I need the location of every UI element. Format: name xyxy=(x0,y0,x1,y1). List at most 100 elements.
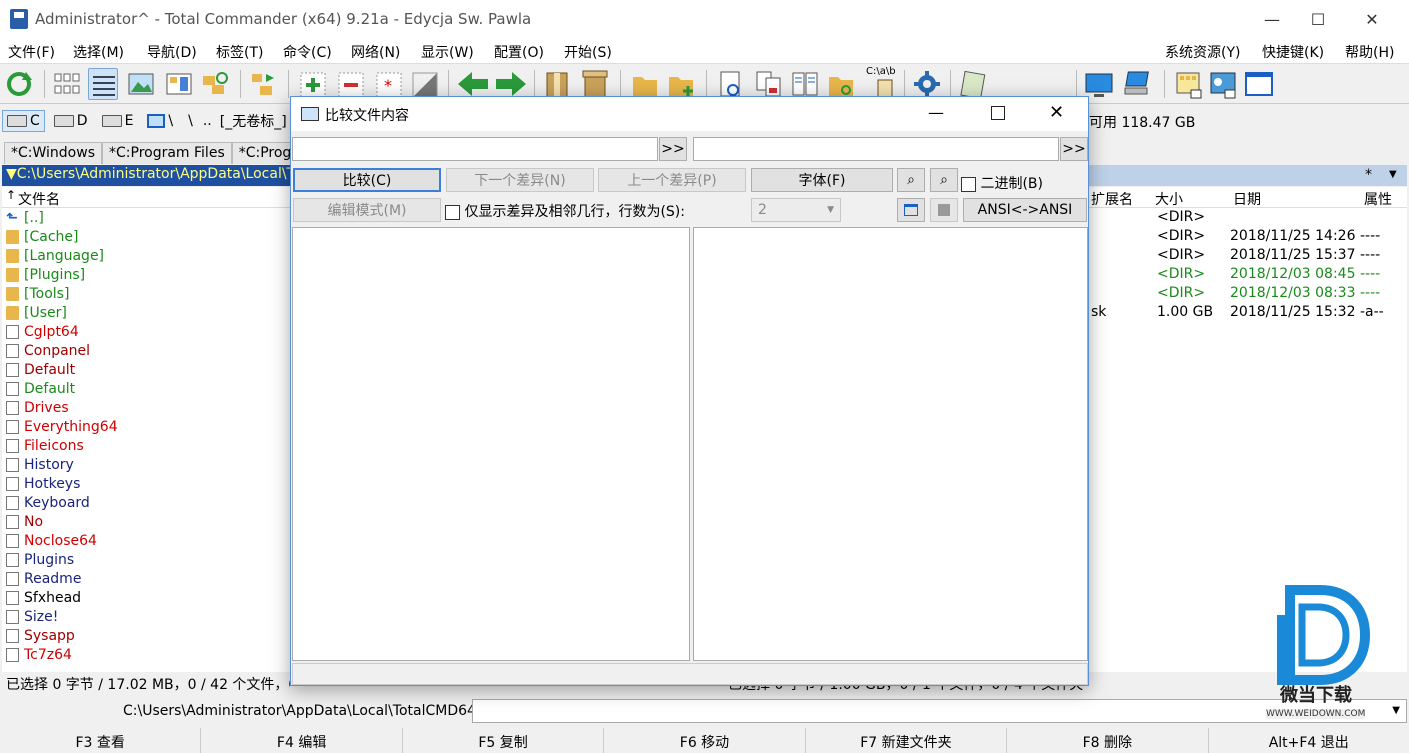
left-column-header[interactable]: ↑ 文件名 xyxy=(2,187,292,208)
tree-view-icon[interactable] xyxy=(164,68,194,100)
left-path-bar[interactable]: ▼C:\Users\Administrator\AppData\Local\To… xyxy=(2,165,292,186)
only-diff-checkbox-box[interactable] xyxy=(445,204,460,220)
file-row[interactable]: Conpanel xyxy=(2,341,292,360)
file-row[interactable]: Fileicons xyxy=(2,436,292,455)
right-compare-pane[interactable] xyxy=(693,227,1088,661)
folder-row[interactable]: [Cache] xyxy=(2,227,292,246)
left-file-input[interactable] xyxy=(292,137,658,161)
menu-system-resources[interactable]: 系统资源(Y) xyxy=(1165,42,1240,62)
table-row[interactable]: <DIR> xyxy=(1089,208,1407,227)
font-button[interactable]: 字体(F) xyxy=(751,168,893,192)
detailed-view-icon[interactable] xyxy=(88,68,118,100)
file-row[interactable]: Default xyxy=(2,360,292,379)
menu-show[interactable]: 显示(W) xyxy=(421,42,474,62)
window-icon[interactable] xyxy=(1244,68,1274,100)
menu-config[interactable]: 配置(O) xyxy=(494,42,544,62)
col-attr[interactable]: 属性 xyxy=(1364,189,1392,209)
col-ext[interactable]: 扩展名 xyxy=(1091,189,1133,209)
left-compare-pane[interactable] xyxy=(292,227,690,661)
left-file-list[interactable]: ⬑ [..] [Cache] [Language] [Plugins] [Tools]… xyxy=(2,208,292,672)
col-date[interactable]: 日期 xyxy=(1233,189,1261,209)
table-row[interactable]: <DIR> 2018/12/03 08:33 ---- xyxy=(1089,284,1407,303)
file-row[interactable]: Sysapp xyxy=(2,626,292,645)
f4-edit-button[interactable]: F4 编辑 xyxy=(201,728,403,753)
folder-row[interactable]: [Tools] xyxy=(2,284,292,303)
table-row[interactable]: sk 1.00 GB 2018/11/25 15:32 -a-- xyxy=(1089,303,1407,322)
col-name[interactable]: 文件名 xyxy=(18,189,60,209)
brief-view-icon[interactable] xyxy=(52,68,82,100)
folder-row[interactable]: [Language] xyxy=(2,246,292,265)
file-row[interactable]: Readme xyxy=(2,569,292,588)
file-row[interactable]: Plugins xyxy=(2,550,292,569)
control-panel-icon[interactable] xyxy=(1208,68,1238,100)
file-row[interactable]: Size! xyxy=(2,607,292,626)
history-dropdown-icon[interactable]: ▼ xyxy=(1389,169,1397,180)
f8-delete-button[interactable]: F8 删除 xyxy=(1007,728,1209,753)
file-row[interactable]: Sfxhead xyxy=(2,588,292,607)
chevron-down-icon[interactable]: ▼ xyxy=(1392,705,1400,716)
menu-file[interactable]: 文件(F) xyxy=(8,42,55,62)
maximize-button[interactable]: ☐ xyxy=(1295,0,1341,38)
prev-diff-button[interactable]: 上一个差异(P) xyxy=(598,168,746,192)
find-next-icon[interactable]: ⌕ xyxy=(930,168,958,192)
file-row[interactable]: No xyxy=(2,512,292,531)
window-mode-icon[interactable] xyxy=(897,198,925,222)
browse-right-button[interactable]: >> xyxy=(1060,137,1088,161)
file-row[interactable]: Noclose64 xyxy=(2,531,292,550)
col-size[interactable]: 大小 xyxy=(1155,189,1183,209)
thumbnail-view-icon[interactable] xyxy=(126,68,156,100)
up-button[interactable]: .. xyxy=(203,113,212,129)
layout-grid-icon[interactable] xyxy=(1174,68,1204,100)
menu-navigate[interactable]: 导航(D) xyxy=(147,42,197,62)
file-row[interactable]: History xyxy=(2,455,292,474)
file-row[interactable]: Drives xyxy=(2,398,292,417)
table-row[interactable]: <DIR> 2018/12/03 08:45 ---- xyxy=(1089,265,1407,284)
menu-hotkeys[interactable]: 快捷键(K) xyxy=(1262,42,1324,62)
copy-tree-icon[interactable] xyxy=(248,68,278,100)
folder-row[interactable]: [Plugins] xyxy=(2,265,292,284)
find-icon[interactable]: ⌕ xyxy=(897,168,925,192)
drive-d-button[interactable]: D xyxy=(49,110,93,132)
f7-new-folder-button[interactable]: F7 新建文件夹 xyxy=(806,728,1008,753)
root-button[interactable]: \ xyxy=(188,113,193,129)
only-diff-checkbox[interactable]: 仅显示差异及相邻几行，行数为(S): xyxy=(445,201,685,221)
tab-program-files[interactable]: *C:Program Files xyxy=(102,142,232,164)
table-row[interactable]: <DIR> 2018/11/25 15:37 ---- xyxy=(1089,246,1407,265)
binary-checkbox[interactable]: 二进制(B) xyxy=(961,173,1043,193)
tab-windows[interactable]: *C:Windows xyxy=(4,142,102,164)
file-row[interactable]: Default xyxy=(2,379,292,398)
drive-e-button[interactable]: E xyxy=(97,110,139,132)
menu-net[interactable]: 网络(N) xyxy=(351,42,400,62)
f5-copy-button[interactable]: F5 复制 xyxy=(403,728,605,753)
lines-select[interactable]: 2 ▼ xyxy=(751,198,841,222)
f6-move-button[interactable]: F6 移动 xyxy=(604,728,806,753)
file-row[interactable]: Hotkeys xyxy=(2,474,292,493)
network-drive-button[interactable]: \ xyxy=(142,110,178,132)
folder-row[interactable]: [User] xyxy=(2,303,292,322)
minimize-button[interactable]: — xyxy=(1249,0,1295,38)
next-diff-button[interactable]: 下一个差异(N) xyxy=(446,168,594,192)
edit-mode-button[interactable]: 编辑模式(M) xyxy=(293,198,441,222)
dialog-maximize-button[interactable] xyxy=(991,106,1005,120)
refresh-icon[interactable] xyxy=(4,68,34,100)
compare-button[interactable]: 比较(C) xyxy=(293,168,441,192)
file-row[interactable]: Cglpt64 xyxy=(2,322,292,341)
menu-commands[interactable]: 命令(C) xyxy=(283,42,332,62)
drive-c-button[interactable]: C xyxy=(2,110,45,132)
close-button[interactable]: ✕ xyxy=(1349,0,1395,38)
menu-select[interactable]: 选择(M) xyxy=(73,42,124,62)
sync-dirs-icon[interactable] xyxy=(200,68,230,100)
network-computer-icon[interactable] xyxy=(1122,68,1152,100)
file-row[interactable]: Everything64 xyxy=(2,417,292,436)
right-file-input[interactable] xyxy=(693,137,1059,161)
list-item-parent[interactable]: ⬑ [..] xyxy=(2,208,292,227)
browse-left-button[interactable]: >> xyxy=(659,137,687,161)
dialog-minimize-button[interactable]: — xyxy=(928,103,944,122)
table-row[interactable]: <DIR> 2018/11/25 14:26 ---- xyxy=(1089,227,1407,246)
binary-checkbox-box[interactable] xyxy=(961,176,976,192)
right-path-bar[interactable]: * ▼ xyxy=(1089,165,1407,186)
file-row[interactable]: Keyboard xyxy=(2,493,292,512)
dialog-close-button[interactable]: ✕ xyxy=(1049,102,1064,123)
save-icon[interactable] xyxy=(930,198,958,222)
altf4-exit-button[interactable]: Alt+F4 退出 xyxy=(1209,728,1409,753)
